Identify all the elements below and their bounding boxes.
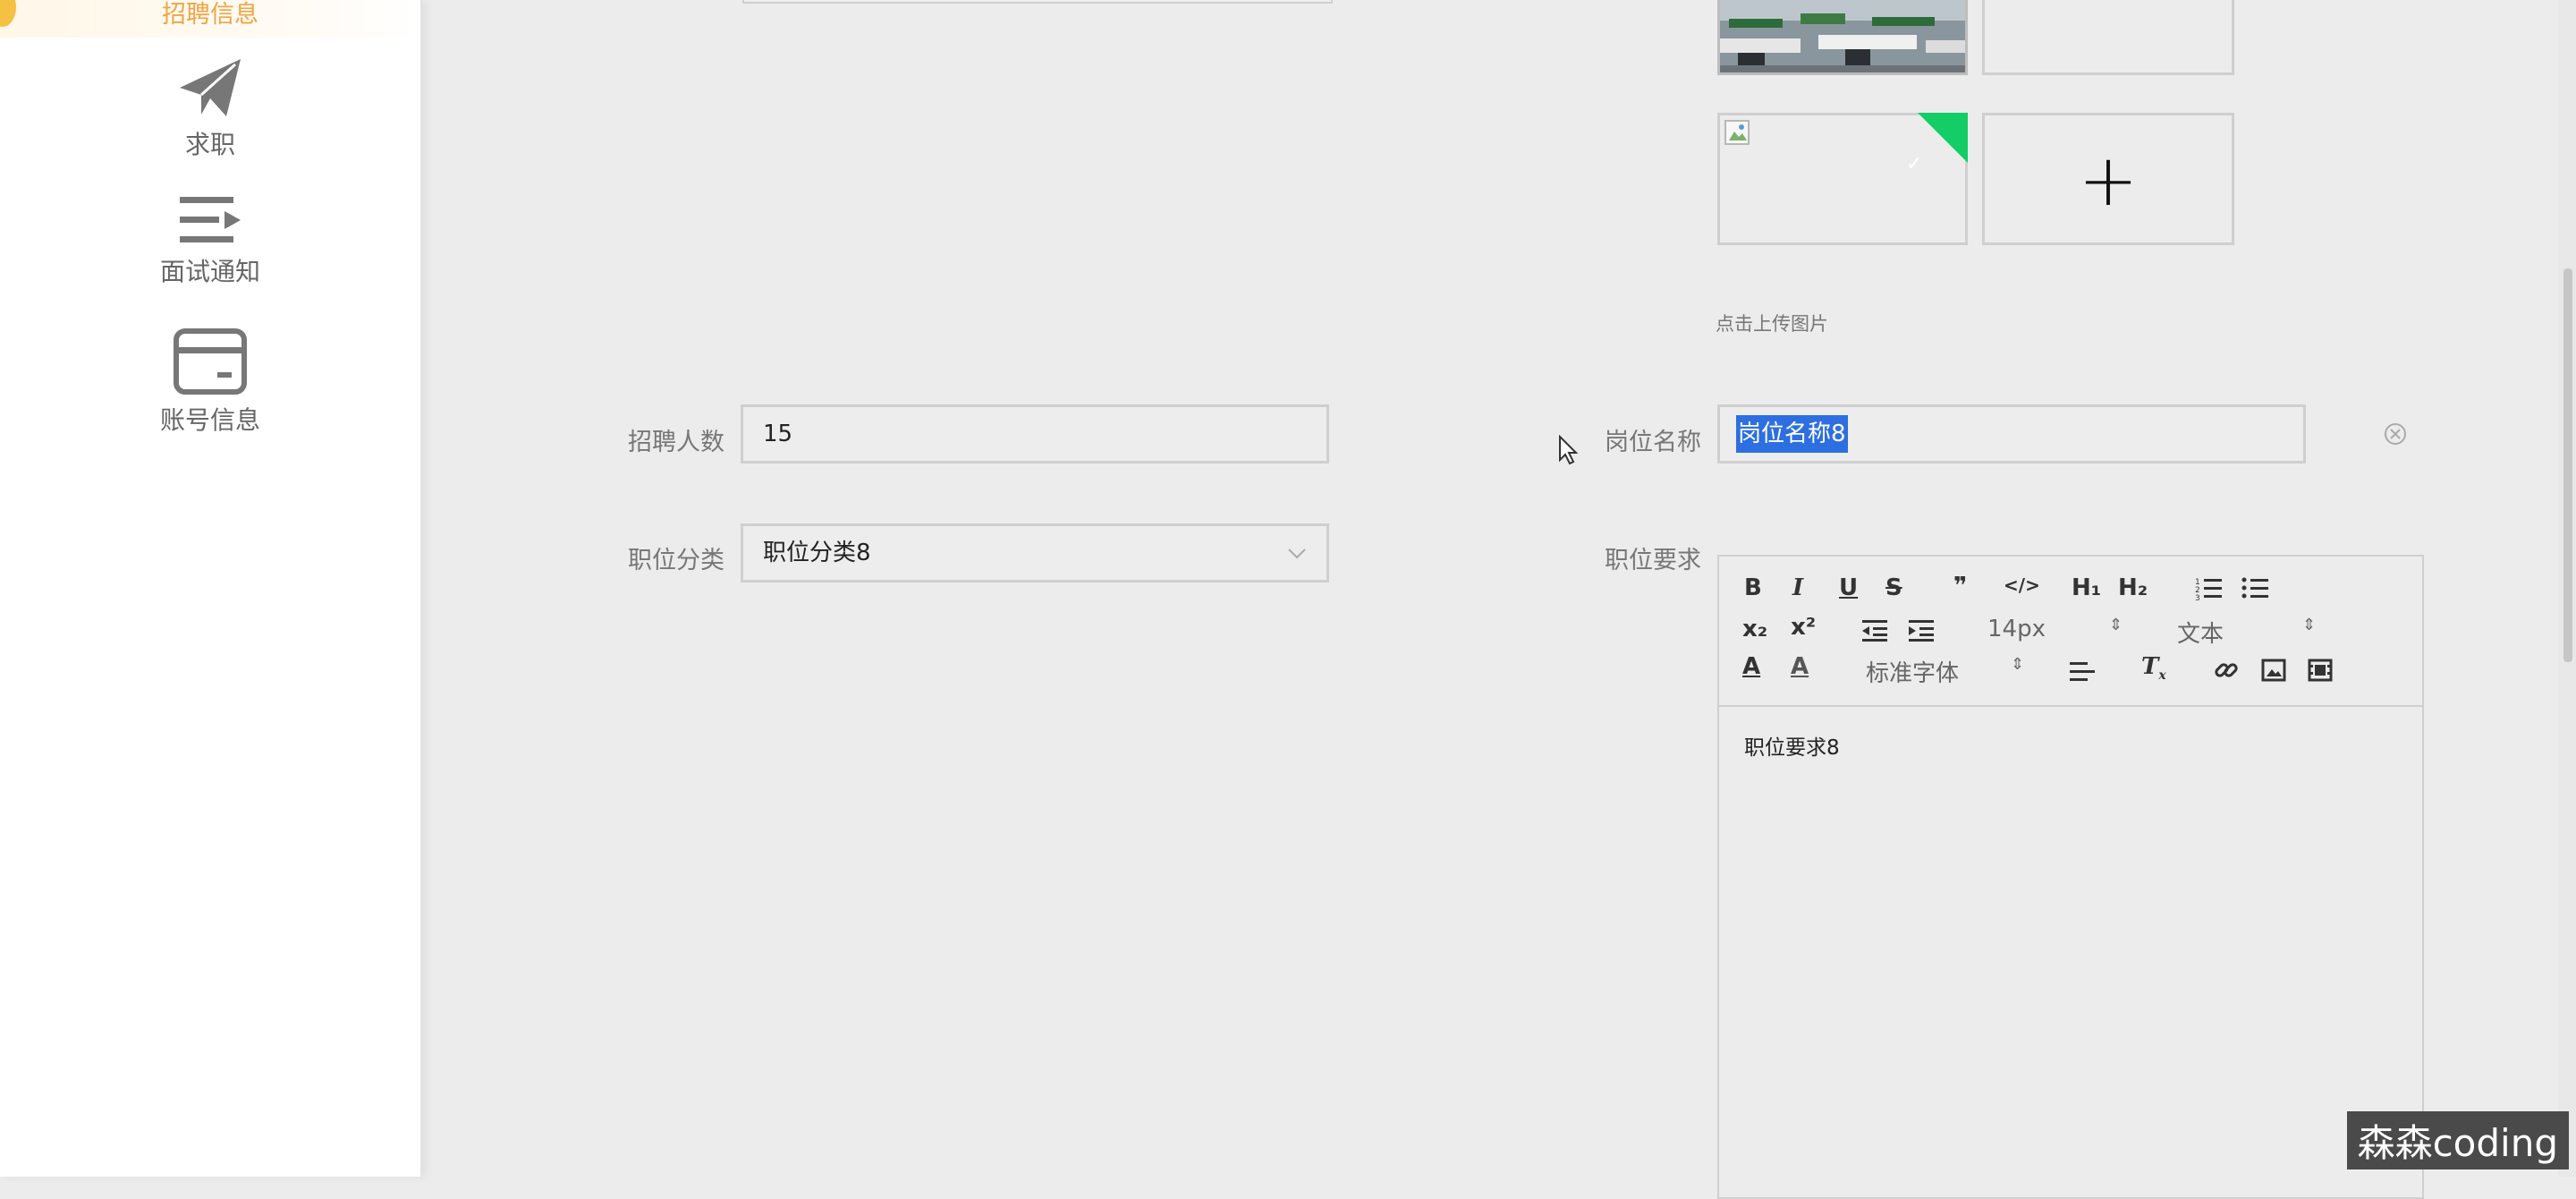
check-icon: ✓ (1906, 153, 1923, 175)
sidebar-item-label: 面试通知 (159, 257, 260, 286)
svg-text:3: 3 (2195, 594, 2200, 601)
office-photo-thumbnail[interactable] (1717, 0, 1968, 75)
mouse-cursor-icon (1559, 435, 1579, 465)
sidebar: 招聘信息 求职 面试通知 账号信息 (0, 0, 422, 1177)
page-scrollbar-thumb[interactable] (2563, 268, 2572, 662)
sidebar-item-label: 账号信息 (159, 405, 260, 435)
header2-button[interactable]: H₂ (2118, 574, 2148, 601)
broken-image-icon (1724, 120, 1750, 145)
bold-button[interactable]: B (1744, 574, 1762, 601)
strikethrough-button[interactable]: S (1885, 574, 1902, 601)
sidebar-item-recruitment[interactable]: 招聘信息 (0, 0, 420, 38)
selected-corner-badge (1918, 113, 1968, 163)
image-icon[interactable] (2261, 659, 2286, 682)
category-select[interactable]: 职位分类8 (741, 523, 1329, 582)
category-selected-value: 职位分类8 (763, 540, 871, 566)
card-icon (174, 328, 247, 395)
background-color-icon[interactable]: A (1791, 653, 1809, 680)
requirements-label: 职位要求 (1605, 547, 1701, 574)
upload-hint: 点击上传图片 (1716, 313, 1828, 335)
chevron-down-icon (1288, 548, 1306, 559)
font-family-sort-icon: ⇕ (2011, 655, 2025, 674)
italic-button[interactable]: I (1792, 574, 1803, 601)
sidebar-item-label: 求职 (184, 130, 235, 159)
subscript-button[interactable]: x₂ (1742, 616, 1767, 642)
header1-button[interactable]: H₁ (2072, 574, 2101, 601)
image-thumbnail-empty[interactable] (1982, 0, 2234, 75)
selected-text: 岗位名称8 (1736, 415, 1848, 453)
job-name-input[interactable]: 岗位名称8 (1717, 404, 2306, 463)
outdent-icon[interactable] (1862, 619, 1889, 642)
code-block-button[interactable]: </> (2004, 574, 2040, 596)
font-size-sort-icon: ⇕ (2109, 616, 2123, 634)
ordered-list-icon[interactable]: 1 2 3 (2195, 576, 2224, 601)
office-photo-image (1720, 0, 1965, 72)
plus-icon: + (2078, 139, 2139, 222)
clear-icon[interactable] (2383, 421, 2408, 446)
sidebar-item-interview-notice[interactable]: 面试通知 (0, 193, 420, 288)
video-icon[interactable] (2308, 659, 2333, 682)
blockquote-button[interactable]: ❞ (1953, 573, 1967, 600)
link-icon[interactable] (2213, 657, 2240, 684)
job-name-label: 岗位名称 (1605, 429, 1701, 456)
headcount-input[interactable]: 15 (741, 404, 1329, 463)
top-input-partial[interactable] (742, 0, 1333, 4)
sidebar-item-label: 招聘信息 (162, 1, 258, 29)
page-scrollbar-track[interactable] (2558, 0, 2576, 1177)
broken-image-thumbnail[interactable]: ✓ (1717, 113, 1968, 245)
editor-toolbar: B I U S ❞ </> H₁ H₂ 1 2 3 x₂ x² 14px ⇕ 文… (1719, 557, 2422, 707)
headcount-label: 招聘人数 (628, 429, 724, 456)
clear-format-icon[interactable]: Tx (2141, 653, 2166, 683)
text-type-sort-icon: ⇕ (2302, 616, 2317, 634)
upload-image-button[interactable]: + (1982, 113, 2234, 245)
paper-plane-icon (180, 59, 241, 116)
editor-content[interactable]: 职位要求8 (1744, 730, 1840, 761)
font-size-select[interactable]: 14px (1987, 616, 2046, 642)
sidebar-item-account-info[interactable]: 账号信息 (0, 327, 420, 437)
watermark: 森森coding (2346, 1111, 2569, 1169)
bullet-list-icon[interactable] (2241, 576, 2270, 601)
category-label: 职位分类 (628, 547, 724, 574)
font-family-select[interactable]: 标准字体 (1866, 655, 1959, 688)
font-color-icon[interactable]: A (1742, 653, 1760, 680)
align-icon[interactable] (2070, 660, 2097, 684)
sidebar-item-job-seeking[interactable]: 求职 (0, 55, 420, 161)
rich-text-editor[interactable]: B I U S ❞ </> H₁ H₂ 1 2 3 x₂ x² 14px ⇕ 文… (1717, 555, 2424, 1199)
list-arrow-icon (180, 197, 241, 242)
indent-icon[interactable] (1909, 619, 1936, 642)
text-type-select[interactable]: 文本 (2177, 616, 2224, 649)
superscript-button[interactable]: x² (1791, 614, 1816, 641)
underline-button[interactable]: U (1839, 574, 1858, 601)
